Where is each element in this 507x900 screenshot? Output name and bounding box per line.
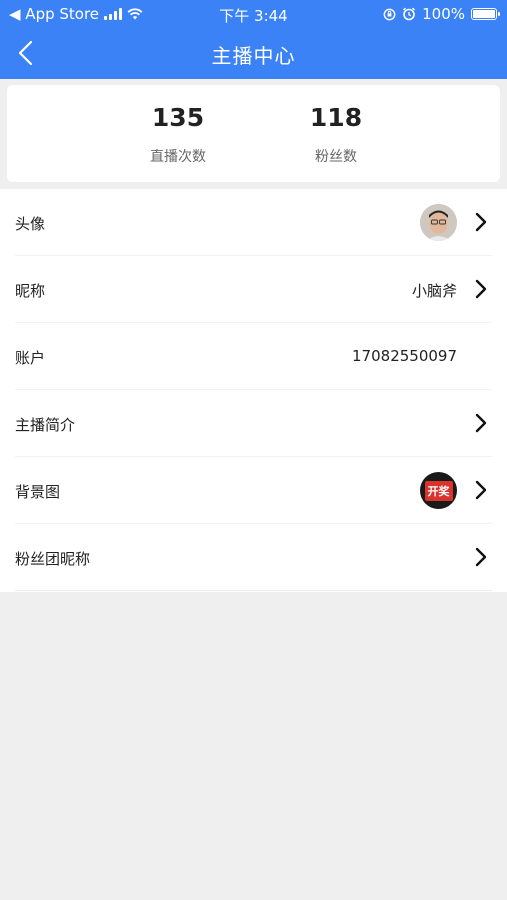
orientation-lock-icon [383,8,396,20]
alarm-icon [403,7,416,21]
chevron-right-icon [475,413,487,433]
avatar [420,204,457,241]
chevron-right-icon [475,480,487,500]
row-account: 账户 17082550097 [15,323,492,390]
stats-card: 135 直播次数 118 粉丝数 [7,85,500,182]
stat-live-count-value: 135 [151,103,205,132]
row-nickname-value: 小脑斧 [411,282,457,300]
chevron-right-icon [475,279,487,299]
row-intro[interactable]: 主播简介 [15,390,492,457]
navbar: 主播中心 [0,28,507,79]
stat-live-count: 135 直播次数 [108,103,248,166]
chevron-right-icon [475,547,487,567]
chevron-right-icon [475,212,487,232]
row-nickname[interactable]: 昵称 小脑斧 [15,256,492,323]
background-thumbnail-text: 开奖 [424,480,453,501]
stat-fans-label: 粉丝数 [315,149,357,165]
status-bar: ◀ App Store 下午 3:44 100% [0,0,507,28]
row-account-value: 17082550097 [352,347,457,365]
stat-fans: 118 粉丝数 [266,103,406,166]
page-title: 主播中心 [211,44,296,68]
status-right: 100% [383,5,500,23]
settings-list: 头像 昵称 小脑斧 账户 17082550097 主播简介 背景图 开奖 粉丝团… [0,189,507,592]
row-fan-group-name[interactable]: 粉丝团昵称 [15,524,492,591]
battery-percent: 100% [422,5,465,23]
row-avatar-label: 头像 [15,215,46,233]
stat-live-count-label: 直播次数 [150,149,206,165]
row-intro-label: 主播简介 [15,416,76,434]
row-background[interactable]: 背景图 开奖 [15,457,492,524]
row-avatar[interactable]: 头像 [15,189,492,256]
row-account-label: 账户 [15,349,46,367]
row-fan-group-label: 粉丝团昵称 [15,550,91,568]
header: ◀ App Store 下午 3:44 100% 主播中心 [0,0,507,79]
battery-icon [471,8,500,20]
row-nickname-label: 昵称 [15,282,46,300]
stat-fans-value: 118 [309,103,363,132]
row-background-label: 背景图 [15,483,61,501]
background-thumbnail: 开奖 [420,472,457,509]
